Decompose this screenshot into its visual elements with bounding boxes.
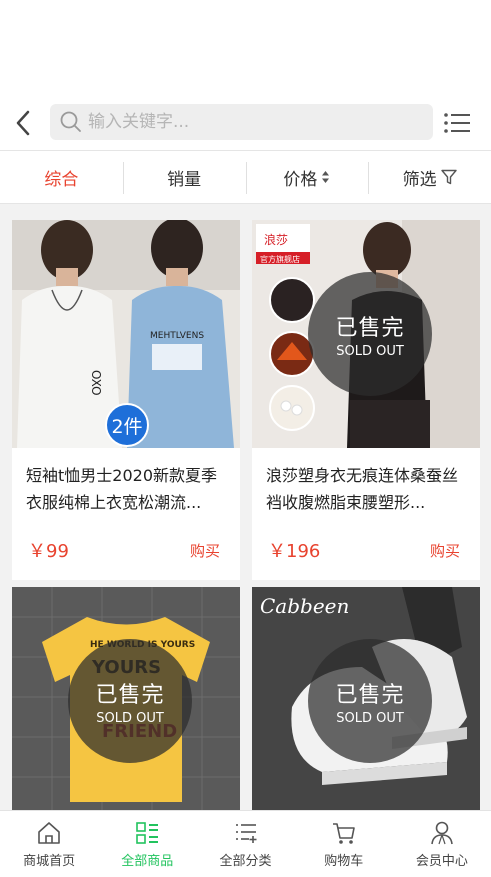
chevron-left-icon xyxy=(16,110,30,136)
svg-text:浪莎: 浪莎 xyxy=(264,232,288,247)
product-title: 短袖t恤男士2020新款夏季衣服纯棉上衣宽松潮流... xyxy=(26,466,217,512)
price-row: ￥99 购买 xyxy=(12,520,240,580)
back-button[interactable] xyxy=(0,96,46,150)
product-card[interactable]: 浪莎 官方旗舰店 已售完 SOLD OUT 浪莎塑身衣无痕连体桑蚕丝裆收腹燃脂束… xyxy=(252,220,480,580)
filter-icon xyxy=(440,169,457,185)
list-menu-icon xyxy=(444,113,470,133)
quantity-badge: 2件 xyxy=(105,403,149,447)
sort-tab-label: 综合 xyxy=(44,169,79,190)
tab-member-center[interactable]: 会员中心 xyxy=(393,811,491,877)
header xyxy=(0,96,491,150)
product-image: 浪莎 官方旗舰店 已售完 SOLD OUT xyxy=(252,220,480,448)
search-icon xyxy=(60,111,81,132)
sold-out-label-en: SOLD OUT xyxy=(336,710,404,726)
sort-bar: 综合 销量 价格 筛选 xyxy=(0,150,491,204)
tab-categories[interactable]: 全部分类 xyxy=(196,811,294,877)
category-list-icon xyxy=(235,823,256,843)
product-image: HE WORLD IS YOURS YOURS FRIEND 已售完 SOLD … xyxy=(12,587,240,815)
sold-out-label-cn: 已售完 xyxy=(335,315,405,341)
sold-out-overlay: 已售完 SOLD OUT xyxy=(308,639,432,763)
buy-button[interactable]: 购买 xyxy=(190,540,220,561)
status-bar xyxy=(0,0,491,96)
svg-text:OXO: OXO xyxy=(89,370,103,396)
tab-label: 全部商品 xyxy=(121,853,174,869)
product-card[interactable]: Cabbeen 已售完 SOLD OUT xyxy=(252,587,480,815)
sort-tab-comprehensive[interactable]: 综合 xyxy=(0,151,123,203)
tab-label: 商城首页 xyxy=(23,853,76,869)
sold-out-label-cn: 已售完 xyxy=(335,682,405,708)
bottom-tab-bar: 商城首页 全部商品 全部分类 购物车 会员中心 xyxy=(0,810,491,877)
tab-label: 购物车 xyxy=(324,853,364,869)
search-input[interactable] xyxy=(88,112,388,132)
buy-button[interactable]: 购买 xyxy=(430,540,460,561)
list-menu-button[interactable] xyxy=(443,109,471,137)
sold-out-label-en: SOLD OUT xyxy=(96,710,164,726)
grid-icon xyxy=(136,821,159,844)
cart-icon xyxy=(332,822,355,844)
product-title: 浪莎塑身衣无痕连体桑蚕丝裆收腹燃脂束腰塑形... xyxy=(266,466,459,512)
price-row: ￥196 购买 xyxy=(252,520,480,580)
sold-out-label-en: SOLD OUT xyxy=(336,343,404,359)
tab-label: 全部分类 xyxy=(219,853,272,869)
svg-text:MEHTLVENS: MEHTLVENS xyxy=(150,331,204,341)
svg-text:官方旗舰店: 官方旗舰店 xyxy=(260,254,300,264)
user-icon xyxy=(431,821,453,844)
sold-out-overlay: 已售完 SOLD OUT xyxy=(68,639,192,763)
tab-home[interactable]: 商城首页 xyxy=(0,811,98,877)
search-box[interactable] xyxy=(50,104,433,140)
sort-tab-filter[interactable]: 筛选 xyxy=(368,151,491,203)
sold-out-overlay: 已售完 SOLD OUT xyxy=(308,272,432,396)
home-icon xyxy=(38,821,60,844)
product-image: MEHTLVENS OXO 2件 xyxy=(12,220,240,448)
product-image: Cabbeen 已售完 SOLD OUT xyxy=(252,587,480,815)
product-price: ￥196 xyxy=(268,541,321,562)
tab-label: 会员中心 xyxy=(415,853,468,869)
product-card[interactable]: HE WORLD IS YOURS YOURS FRIEND 已售完 SOLD … xyxy=(12,587,240,815)
sort-tab-label: 筛选 xyxy=(402,169,437,190)
product-price: ￥99 xyxy=(28,541,69,562)
tab-all-products[interactable]: 全部商品 xyxy=(98,811,196,877)
sold-out-label-cn: 已售完 xyxy=(95,682,165,708)
sort-arrows-icon xyxy=(321,170,330,184)
product-card[interactable]: MEHTLVENS OXO 2件 短袖t恤男士2020新款夏季衣服纯棉上衣宽松潮… xyxy=(12,220,240,580)
sort-tab-price[interactable]: 价格 xyxy=(245,151,369,203)
sort-tab-sales[interactable]: 销量 xyxy=(122,151,246,203)
sort-tab-label: 价格 xyxy=(283,169,318,190)
tab-cart[interactable]: 购物车 xyxy=(295,811,393,877)
sort-tab-label: 销量 xyxy=(167,169,202,190)
svg-text:Cabbeen: Cabbeen xyxy=(260,594,349,618)
